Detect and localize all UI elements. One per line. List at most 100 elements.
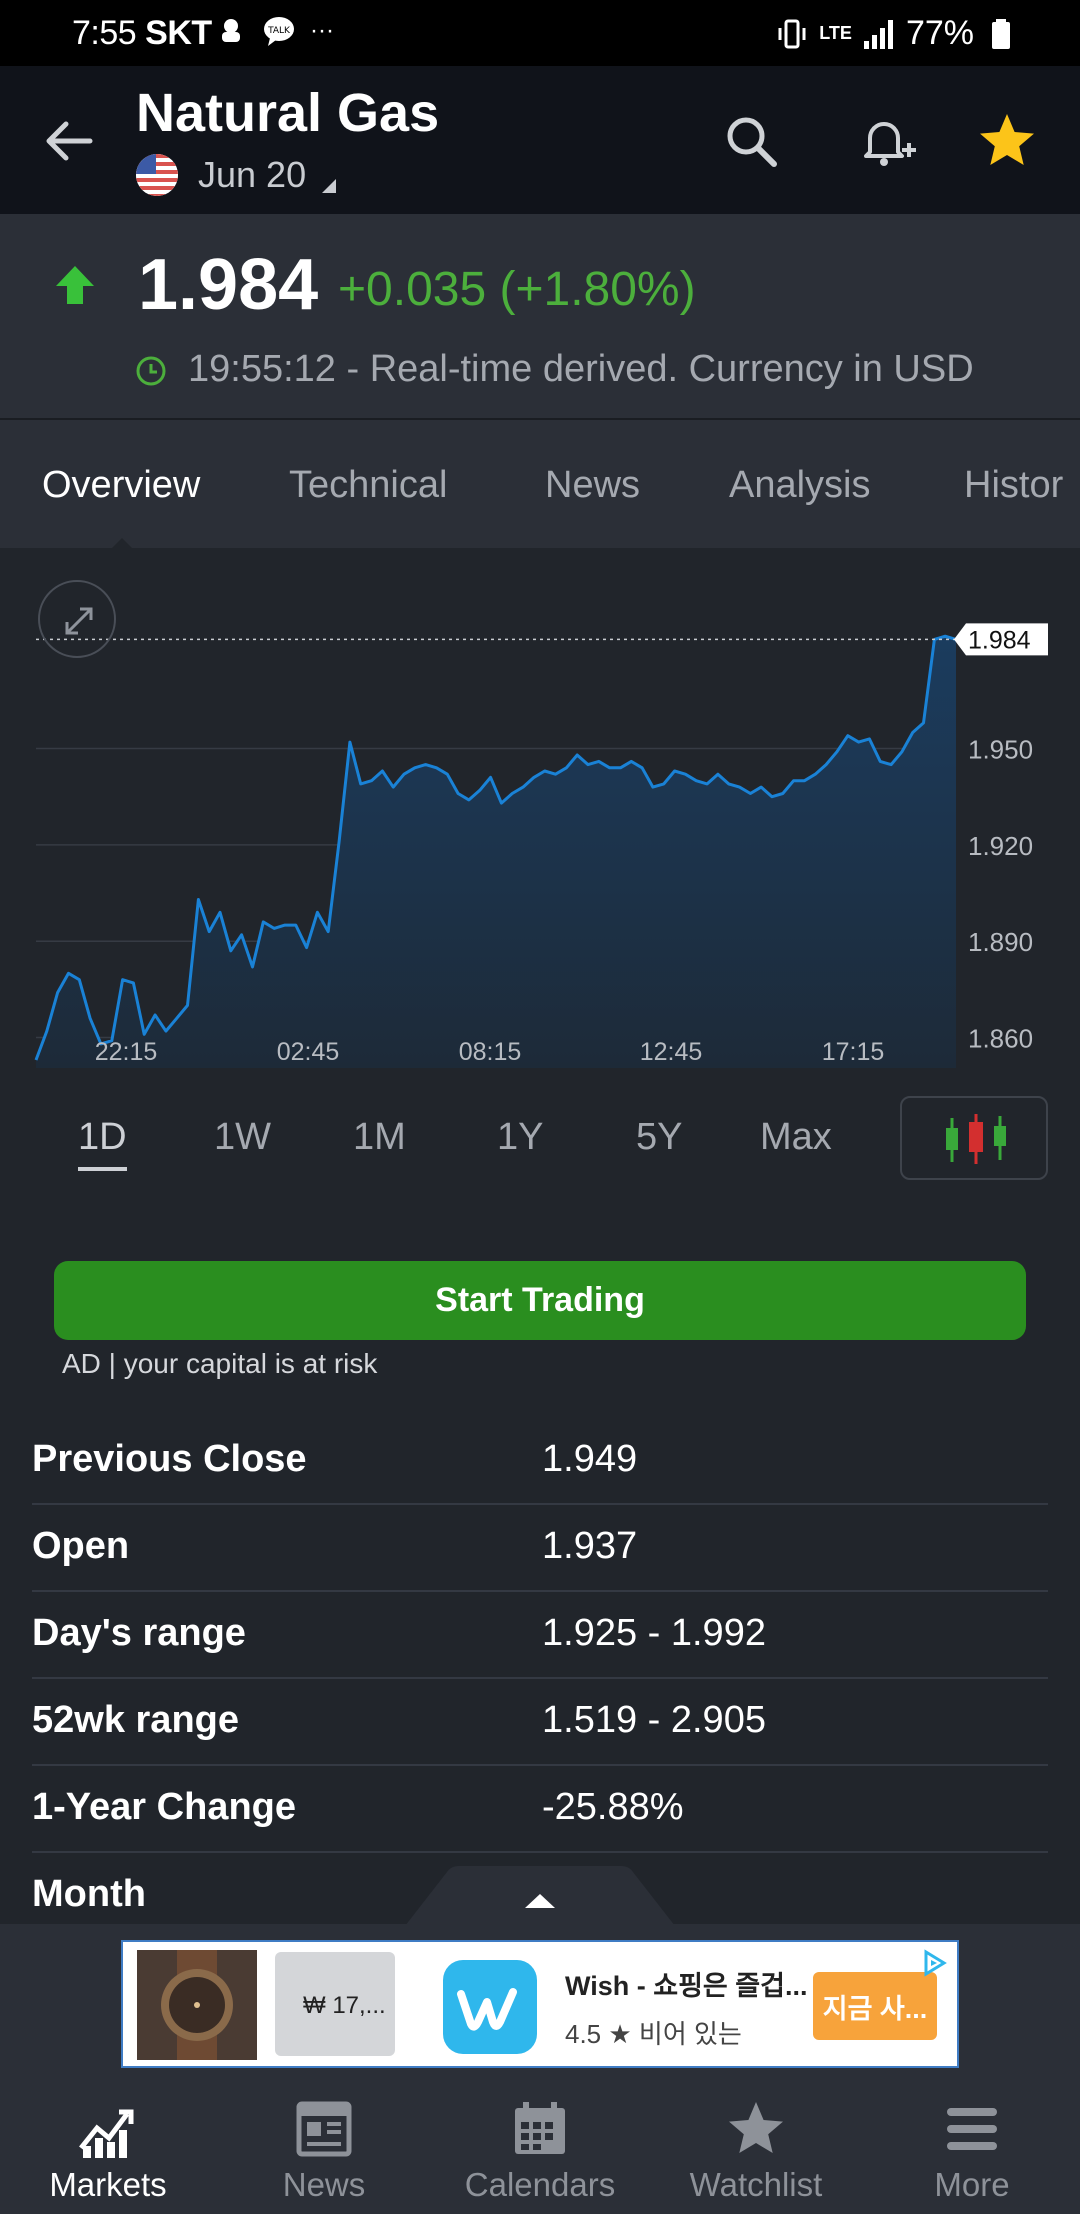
add-alert-icon[interactable] xyxy=(852,106,922,176)
range-1d[interactable]: 1D xyxy=(78,1116,127,1171)
chart-type-button[interactable] xyxy=(900,1096,1048,1180)
range-1m[interactable]: 1M xyxy=(353,1116,406,1159)
more-notifications: ··· xyxy=(310,17,334,44)
price-change: +0.035 (+1.80%) xyxy=(338,263,696,316)
stat-value: -25.88% xyxy=(542,1786,684,1828)
bottom-navigation: Markets News Calendars Watchlist More xyxy=(0,2080,1080,2214)
status-bar: 7:55 SKT TALK ··· LTE 77% xyxy=(0,0,1080,66)
x-tick-label: 22:15 xyxy=(95,1038,158,1066)
battery-icon xyxy=(992,18,1010,49)
star-icon[interactable] xyxy=(972,106,1042,176)
stat-row: 1-Year Change -25.88% xyxy=(32,1766,1048,1853)
candlestick-icon xyxy=(946,1114,1006,1164)
expand-icon xyxy=(65,607,93,635)
stat-row: 52wk range 1.519 - 2.905 xyxy=(32,1679,1048,1766)
stat-label: 52wk range xyxy=(32,1699,239,1741)
carrier-label: SKT xyxy=(145,14,212,52)
last-price-label: 1.984 xyxy=(968,626,1031,654)
battery-percent: 77% xyxy=(905,14,974,52)
range-1w[interactable]: 1W xyxy=(214,1116,271,1159)
x-tick-label: 12:45 xyxy=(640,1038,703,1066)
dropdown-caret-icon xyxy=(322,179,337,193)
nav-news[interactable]: News xyxy=(216,2090,432,2210)
tab-overview[interactable]: Overview xyxy=(42,464,200,507)
quote-panel: 1.984 +0.035 (+1.80%) 19:55:12 - Real-ti… xyxy=(0,214,1080,420)
risk-disclaimer: AD | your capital is at risk xyxy=(62,1348,378,1379)
start-trading-button[interactable]: Start Trading xyxy=(54,1261,1026,1340)
stat-label: Open xyxy=(32,1525,130,1567)
ad-watch-image xyxy=(137,1950,257,2060)
stat-label: Month xyxy=(32,1873,146,1915)
stats-table: Previous Close 1.949 Open 1.937 Day's rang… xyxy=(32,1418,1048,1940)
y-tick-label: 1.920 xyxy=(968,831,1033,861)
active-tab-indicator xyxy=(110,538,134,548)
talk-chat-icon: TALK xyxy=(264,17,294,46)
ad-cta-button[interactable]: 지금 사... xyxy=(813,1972,937,2040)
nav-watchlist[interactable]: Watchlist xyxy=(648,2090,864,2210)
section-tabs: Overview Technical News Analysis Histor xyxy=(0,420,1080,548)
calendar-icon xyxy=(515,2102,565,2154)
chart-svg: 1.950 1.920 1.890 1.860 1.984 22:15 02:45 08:15… xyxy=(34,623,1048,1071)
nav-markets[interactable]: Markets xyxy=(0,2090,216,2210)
adchoices-icon[interactable] xyxy=(919,1948,949,1978)
y-tick-label: 1.890 xyxy=(968,927,1033,957)
stat-row: Day's range 1.925 - 1.992 xyxy=(32,1592,1048,1679)
news-icon xyxy=(296,2101,352,2157)
nav-label: Watchlist xyxy=(689,2166,823,2203)
stat-label: Day's range xyxy=(32,1612,246,1654)
x-tick-label: 02:45 xyxy=(277,1038,340,1066)
nav-label: News xyxy=(282,2166,366,2203)
svg-text:TALK: TALK xyxy=(267,26,291,36)
price-up-arrow-icon xyxy=(56,266,94,304)
menu-icon xyxy=(947,2108,997,2150)
x-tick-label: 08:15 xyxy=(459,1038,522,1066)
network-type: LTE xyxy=(819,23,852,43)
back-arrow-icon[interactable] xyxy=(40,112,98,170)
tab-historical[interactable]: Histor xyxy=(964,464,1063,507)
expand-panel-handle[interactable] xyxy=(405,1866,675,1926)
price-chart[interactable]: 1.950 1.920 1.890 1.860 1.984 22:15 02:45 08:15… xyxy=(0,548,1080,1071)
ad-rating: 4.5 ★ 비어 있는 xyxy=(565,2019,742,2049)
app-bar: Natural Gas Jun 20 xyxy=(0,66,1080,214)
realtime-note: 19:55:12 - Real-time derived. Currency i… xyxy=(188,348,974,390)
signal-icon xyxy=(863,19,893,49)
nav-label: Calendars xyxy=(464,2166,616,2203)
markets-chart-icon xyxy=(79,2109,134,2158)
stat-value: 1.519 - 2.905 xyxy=(542,1699,766,1741)
nav-label: Markets xyxy=(49,2166,167,2203)
status-time: 7:55 SKT xyxy=(72,14,212,52)
search-icon[interactable] xyxy=(716,106,786,176)
stat-value: 1.925 - 1.992 xyxy=(542,1612,766,1654)
status-right: LTE 77% xyxy=(775,14,1018,53)
ad-banner[interactable]: ₩ 17,... Wish - 쇼핑은 즐겁... 4.5 ★ 비어 있는 지금… xyxy=(121,1940,959,2068)
ad-title: Wish - 쇼핑은 즐겁... xyxy=(565,1971,808,2001)
wish-logo-icon xyxy=(443,1960,537,2054)
y-tick-label: 1.860 xyxy=(968,1024,1033,1054)
range-max[interactable]: Max xyxy=(760,1116,832,1159)
ad-product-image: ₩ 17,... xyxy=(275,1952,395,2056)
nav-calendars[interactable]: Calendars xyxy=(432,2090,648,2210)
tab-news[interactable]: News xyxy=(545,464,640,507)
x-tick-label: 17:15 xyxy=(822,1038,885,1066)
contract-selector[interactable]: Jun 20 xyxy=(136,154,337,196)
contract-label: Jun 20 xyxy=(198,154,307,195)
last-price: 1.984 xyxy=(138,245,319,325)
star-icon xyxy=(729,2102,783,2153)
us-flag-icon xyxy=(136,154,178,196)
notification-app-icon xyxy=(222,19,240,42)
clock-icon xyxy=(136,356,166,386)
stat-label: Previous Close xyxy=(32,1438,307,1480)
instrument-title: Natural Gas xyxy=(136,83,440,143)
ad-product-price: ₩ 17,... xyxy=(303,1992,386,2019)
ad-banner-area: ₩ 17,... Wish - 쇼핑은 즐겁... 4.5 ★ 비어 있는 지금… xyxy=(0,1924,1080,2080)
tab-analysis[interactable]: Analysis xyxy=(729,464,871,507)
nav-label: More xyxy=(934,2166,1010,2203)
stat-row: Open 1.937 xyxy=(32,1505,1048,1592)
range-5y[interactable]: 5Y xyxy=(636,1116,682,1159)
notification-icons: TALK ··· xyxy=(214,14,334,48)
expand-chart-button[interactable] xyxy=(38,580,116,658)
stat-value: 1.937 xyxy=(542,1525,638,1567)
range-1y[interactable]: 1Y xyxy=(497,1116,543,1159)
tab-technical[interactable]: Technical xyxy=(289,464,447,507)
nav-more[interactable]: More xyxy=(864,2090,1080,2210)
